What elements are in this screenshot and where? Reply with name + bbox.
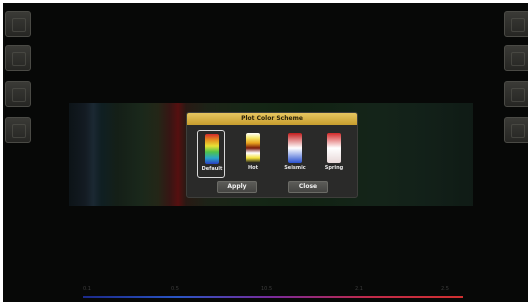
scheme-option-default[interactable]: Default — [197, 130, 225, 178]
left-tool-button-1[interactable] — [5, 11, 31, 37]
scheme-label: Hot — [247, 165, 258, 171]
right-tool-button-4[interactable] — [504, 117, 528, 143]
apply-button[interactable]: Apply — [217, 181, 257, 193]
scheme-option-hot[interactable]: Hot — [239, 130, 267, 178]
axis-tick-label: 2.1 — [355, 286, 363, 292]
default-scheme-swatch — [205, 134, 219, 164]
tool-icon — [511, 18, 525, 32]
tool-icon — [511, 52, 525, 66]
scheme-label: Spring — [324, 165, 344, 171]
axis-tick-label: 2.5 — [441, 286, 449, 292]
scheme-label: Default — [201, 166, 223, 172]
left-tool-button-3[interactable] — [5, 81, 31, 107]
left-tool-button-2[interactable] — [5, 45, 31, 71]
right-tool-button-1[interactable] — [504, 11, 528, 37]
left-tool-button-4[interactable] — [5, 117, 31, 143]
tool-icon — [511, 88, 525, 102]
spring-scheme-swatch — [327, 133, 341, 163]
tool-icon — [12, 52, 26, 66]
tool-icon — [511, 124, 525, 138]
axis-tick-label: 10.5 — [261, 286, 273, 292]
right-tool-button-2[interactable] — [504, 45, 528, 71]
tool-icon — [12, 124, 26, 138]
close-button[interactable]: Close — [288, 181, 328, 193]
axis-tick-label: 0.1 — [83, 286, 91, 292]
tool-icon — [12, 88, 26, 102]
app-screen: 0.1 0.5 10.5 2.1 2.5 Plot Color Scheme D… — [3, 3, 528, 302]
scheme-option-seismic[interactable]: Seismic — [281, 130, 309, 178]
plot-color-scheme-dialog: Plot Color Scheme Default Hot Seismic Sp… — [186, 112, 358, 198]
seismic-scheme-swatch — [288, 133, 302, 163]
frequency-axis-colorbar — [83, 296, 463, 298]
right-tool-button-3[interactable] — [504, 81, 528, 107]
dialog-title: Plot Color Scheme — [187, 113, 357, 125]
axis-tick-label: 0.5 — [171, 286, 179, 292]
scheme-label: Seismic — [284, 165, 306, 171]
tool-icon — [12, 18, 26, 32]
scheme-option-spring[interactable]: Spring — [320, 130, 348, 178]
hot-scheme-swatch — [246, 133, 260, 163]
